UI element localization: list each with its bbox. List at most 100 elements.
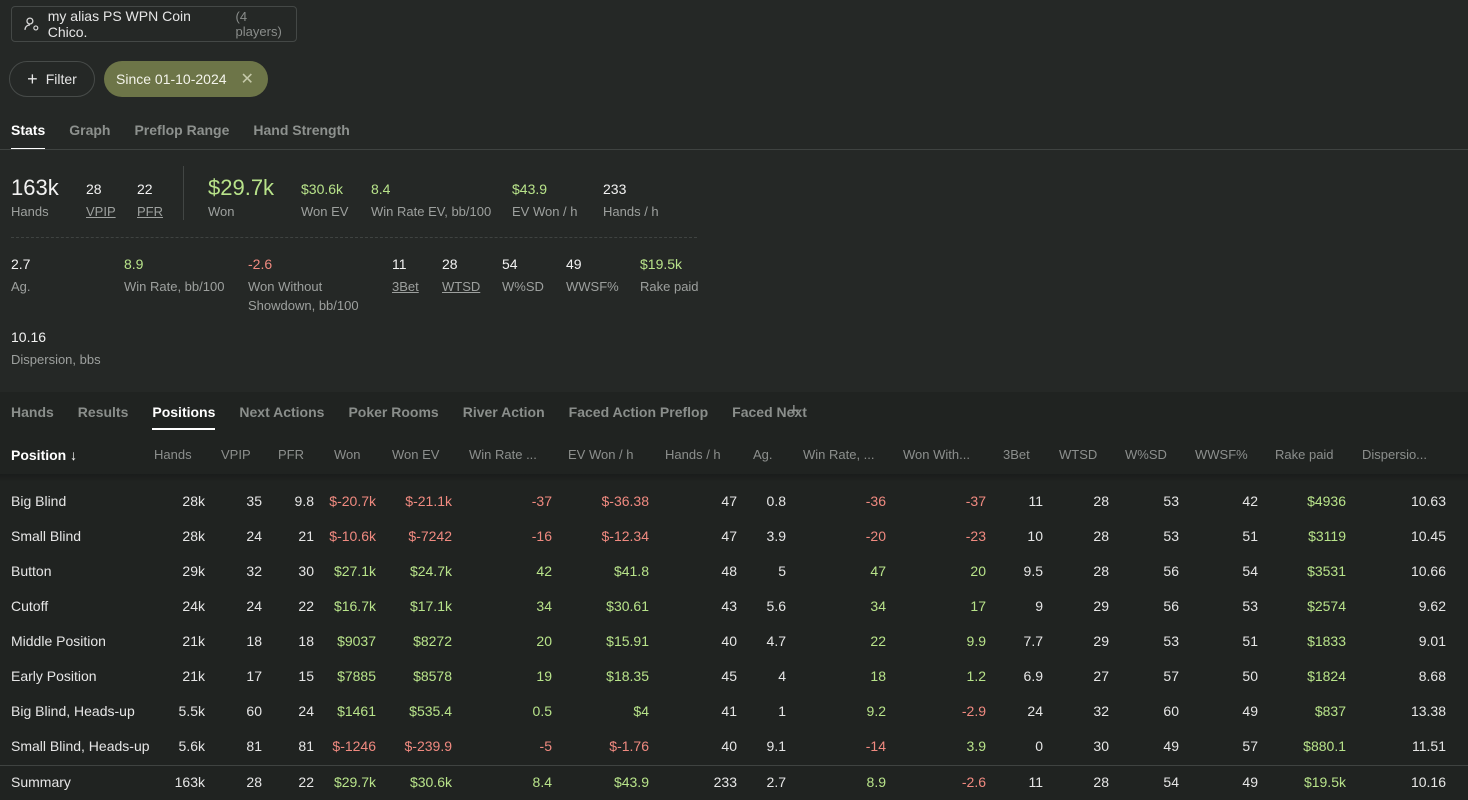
- table-row[interactable]: Big Blind 28k 35 9.8 $-20.7k $-21.1k -37 $-36.3…: [0, 484, 1468, 519]
- column-header-10[interactable]: Win Rate, ...: [803, 447, 875, 462]
- table-cell: 3.9: [766, 528, 786, 544]
- table-cell: 9.62: [1418, 598, 1446, 614]
- table-cell: 49: [1242, 703, 1258, 719]
- table-cell: 35: [246, 493, 262, 509]
- table-cell: 3.9: [966, 738, 986, 754]
- column-header-5[interactable]: Won EV: [392, 447, 439, 462]
- column-header-9[interactable]: Ag.: [753, 447, 773, 462]
- table-cell: $24.7k: [409, 563, 452, 579]
- table-cell: 47: [870, 563, 886, 579]
- table-cell: 22: [298, 774, 314, 790]
- table-cell: $1833: [1307, 633, 1346, 649]
- table-cell: 10: [1027, 528, 1043, 544]
- tab-divider: [0, 149, 1468, 150]
- table-cell: 49: [1163, 738, 1179, 754]
- add-filter-button[interactable]: + Filter: [9, 61, 95, 97]
- column-header-14[interactable]: W%SD: [1125, 447, 1167, 462]
- table-cell: 28: [1093, 493, 1109, 509]
- column-header-6[interactable]: Win Rate ...: [469, 447, 537, 462]
- table-cell: -2.6: [961, 774, 986, 790]
- column-header-7[interactable]: EV Won / h: [568, 447, 634, 462]
- table-cell: $4936: [1307, 493, 1346, 509]
- tab-hand-strength[interactable]: Hand Strength: [253, 122, 349, 150]
- table-cell: 4: [778, 668, 786, 684]
- table-cell: -14: [865, 738, 886, 754]
- table-cell: 20: [970, 563, 986, 579]
- table-cell: 53: [1242, 598, 1258, 614]
- column-header-8[interactable]: Hands / h: [665, 447, 721, 462]
- column-header-1[interactable]: Hands: [154, 447, 192, 462]
- summary-row[interactable]: Summary 163k 28 22 $29.7k $30.6k 8.4 $43.9 233 2.…: [0, 765, 1468, 800]
- column-header-3[interactable]: PFR: [278, 447, 304, 462]
- column-header-12[interactable]: 3Bet: [1003, 447, 1030, 462]
- table-cell: 27: [1093, 668, 1109, 684]
- close-icon[interactable]: ✕: [241, 69, 254, 89]
- table-cell: 11: [1028, 493, 1043, 509]
- table-cell: 233: [713, 774, 737, 790]
- table-cell: $3119: [1308, 528, 1346, 544]
- table-cell: 42: [1242, 493, 1258, 509]
- stats-divider: [183, 166, 184, 220]
- table-cell: $1824: [1307, 668, 1346, 684]
- table-cell: 81: [298, 738, 314, 754]
- column-header-2[interactable]: VPIP: [221, 447, 251, 462]
- tab-stats[interactable]: Stats: [11, 122, 46, 150]
- tab-positions[interactable]: Positions: [152, 404, 216, 430]
- stat-wtsd: 28 WTSD: [442, 256, 481, 294]
- main-tabs: Stats Graph Preflop Range Hand Strength: [11, 122, 350, 150]
- position-name: Small Blind, Heads-up: [11, 738, 150, 754]
- table-cell: 18: [298, 633, 314, 649]
- add-tab-icon[interactable]: +: [788, 400, 800, 423]
- table-row[interactable]: Small Blind 28k 24 21 $-10.6k $-7242 -16 $-12.3…: [0, 519, 1468, 554]
- column-header-17[interactable]: Dispersio...: [1362, 447, 1427, 462]
- table-cell: 29k: [182, 563, 205, 579]
- table-row[interactable]: Button 29k 32 30 $27.1k $24.7k 42 $41.8 48 5 47 20 9…: [0, 554, 1468, 589]
- table-cell: 20: [536, 633, 552, 649]
- table-cell: $16.7k: [333, 598, 376, 614]
- table-cell: 9.9: [966, 633, 986, 649]
- column-header-0[interactable]: Position ↓: [11, 447, 77, 463]
- table-cell: 21k: [182, 668, 205, 684]
- player-count: (4 players): [235, 9, 282, 39]
- table-cell: -20: [865, 528, 886, 544]
- tab-faced-action-preflop[interactable]: Faced Action Preflop: [569, 404, 709, 430]
- tab-poker-rooms[interactable]: Poker Rooms: [348, 404, 438, 430]
- player-selector[interactable]: my alias PS WPN Coin Chico. (4 players): [11, 6, 297, 42]
- table-cell: 32: [1093, 703, 1109, 719]
- table-cell: 18: [246, 633, 262, 649]
- tab-graph[interactable]: Graph: [69, 122, 110, 150]
- table-cell: 48: [721, 563, 737, 579]
- date-filter-chip[interactable]: Since 01-10-2024 ✕: [104, 61, 268, 97]
- table-cell: 8.4: [532, 774, 552, 790]
- table-cell: $-239.9: [404, 738, 452, 754]
- column-header-4[interactable]: Won: [334, 447, 361, 462]
- report-tabs: Hands Results Positions Next Actions Pok…: [11, 404, 807, 430]
- table-cell: 10.16: [1410, 774, 1446, 790]
- tab-results[interactable]: Results: [78, 404, 129, 430]
- table-row[interactable]: Big Blind, Heads-up 5.5k 60 24 $1461 $535.4 0.…: [0, 694, 1468, 729]
- position-name: Big Blind, Heads-up: [11, 703, 135, 719]
- column-header-11[interactable]: Won With...: [903, 447, 970, 462]
- tab-next-actions[interactable]: Next Actions: [239, 404, 324, 430]
- tab-preflop-range[interactable]: Preflop Range: [134, 122, 229, 150]
- table-cell: $-12.34: [601, 528, 649, 544]
- column-header-16[interactable]: Rake paid: [1275, 447, 1334, 462]
- position-name: Summary: [11, 774, 71, 790]
- table-cell: 11.51: [1412, 738, 1446, 754]
- column-header-15[interactable]: WWSF%: [1195, 447, 1248, 462]
- column-header-13[interactable]: WTSD: [1059, 447, 1097, 462]
- table-cell: $-1246: [332, 738, 376, 754]
- table-row[interactable]: Middle Position 21k 18 18 $9037 $8272 20 $15.91…: [0, 624, 1468, 659]
- tab-hands[interactable]: Hands: [11, 404, 54, 430]
- table-cell: $-20.7k: [329, 493, 376, 509]
- tab-river-action[interactable]: River Action: [463, 404, 545, 430]
- user-settings-icon: [24, 17, 39, 31]
- table-cell: $3531: [1307, 563, 1346, 579]
- table-row[interactable]: Early Position 21k 17 15 $7885 $8578 19 $18.35 4…: [0, 659, 1468, 694]
- table-cell: 30: [298, 563, 314, 579]
- table-cell: 9.01: [1418, 633, 1446, 649]
- table-row[interactable]: Cutoff 24k 24 22 $16.7k $17.1k 34 $30.61 43 5.6 34…: [0, 589, 1468, 624]
- table-cell: 17: [246, 668, 262, 684]
- table-cell: 163k: [174, 774, 205, 790]
- table-row[interactable]: Small Blind, Heads-up 5.6k 81 81 $-1246 $-239…: [0, 729, 1468, 764]
